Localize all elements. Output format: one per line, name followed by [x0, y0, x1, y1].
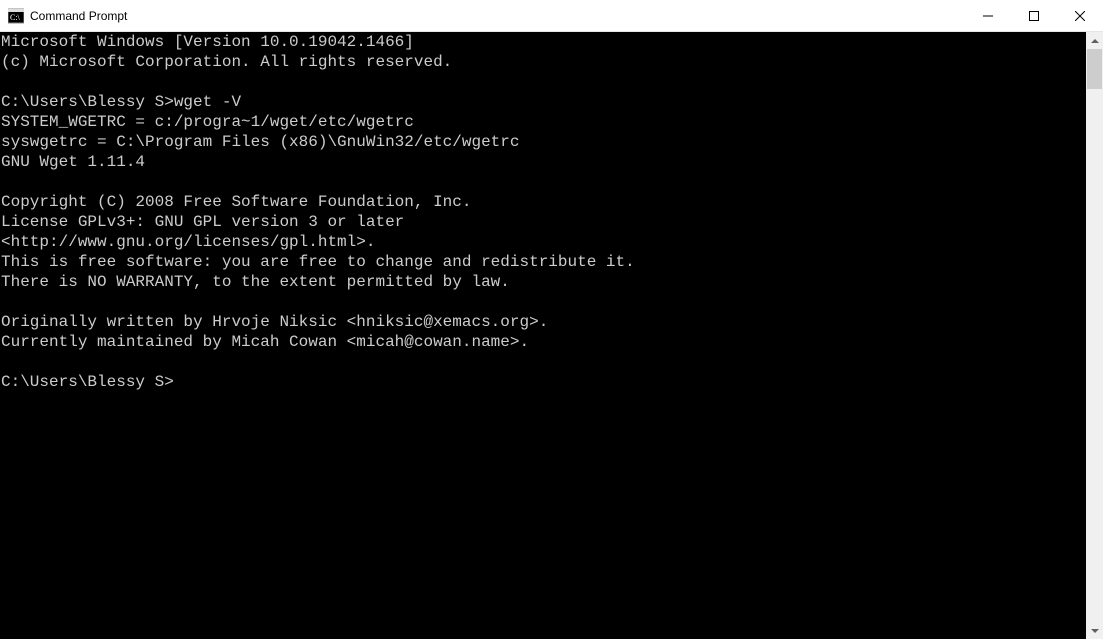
- terminal-line: GNU Wget 1.11.4: [1, 152, 1086, 172]
- terminal-line: License GPLv3+: GNU GPL version 3 or lat…: [1, 212, 1086, 232]
- scroll-down-arrow-icon[interactable]: [1086, 622, 1103, 639]
- app-icon: C:\: [8, 8, 24, 24]
- terminal-line: (c) Microsoft Corporation. All rights re…: [1, 52, 1086, 72]
- scroll-thumb[interactable]: [1087, 49, 1102, 89]
- terminal-line: [1, 352, 1086, 372]
- window-titlebar[interactable]: C:\ Command Prompt: [0, 0, 1103, 32]
- terminal-line: <http://www.gnu.org/licenses/gpl.html>.: [1, 232, 1086, 252]
- terminal-line: C:\Users\Blessy S>wget -V: [1, 92, 1086, 112]
- terminal-line: syswgetrc = C:\Program Files (x86)\GnuWi…: [1, 132, 1086, 152]
- maximize-button[interactable]: [1011, 0, 1057, 32]
- terminal-line: SYSTEM_WGETRC = c:/progra~1/wget/etc/wge…: [1, 112, 1086, 132]
- scroll-up-arrow-icon[interactable]: [1086, 32, 1103, 49]
- terminal-line: [1, 172, 1086, 192]
- terminal-line: Originally written by Hrvoje Niksic <hni…: [1, 312, 1086, 332]
- window-title: Command Prompt: [30, 9, 127, 23]
- svg-text:C:\: C:\: [10, 13, 21, 22]
- terminal-line: [1, 292, 1086, 312]
- close-button[interactable]: [1057, 0, 1103, 32]
- terminal-line: Copyright (C) 2008 Free Software Foundat…: [1, 192, 1086, 212]
- terminal-line: Currently maintained by Micah Cowan <mic…: [1, 332, 1086, 352]
- vertical-scrollbar[interactable]: [1086, 32, 1103, 639]
- terminal-line: C:\Users\Blessy S>: [1, 372, 1086, 392]
- terminal-line: There is NO WARRANTY, to the extent perm…: [1, 272, 1086, 292]
- minimize-button[interactable]: [965, 0, 1011, 32]
- terminal-line: [1, 72, 1086, 92]
- terminal-line: This is free software: you are free to c…: [1, 252, 1086, 272]
- terminal-line: Microsoft Windows [Version 10.0.19042.14…: [1, 32, 1086, 52]
- terminal-output[interactable]: Microsoft Windows [Version 10.0.19042.14…: [0, 32, 1086, 639]
